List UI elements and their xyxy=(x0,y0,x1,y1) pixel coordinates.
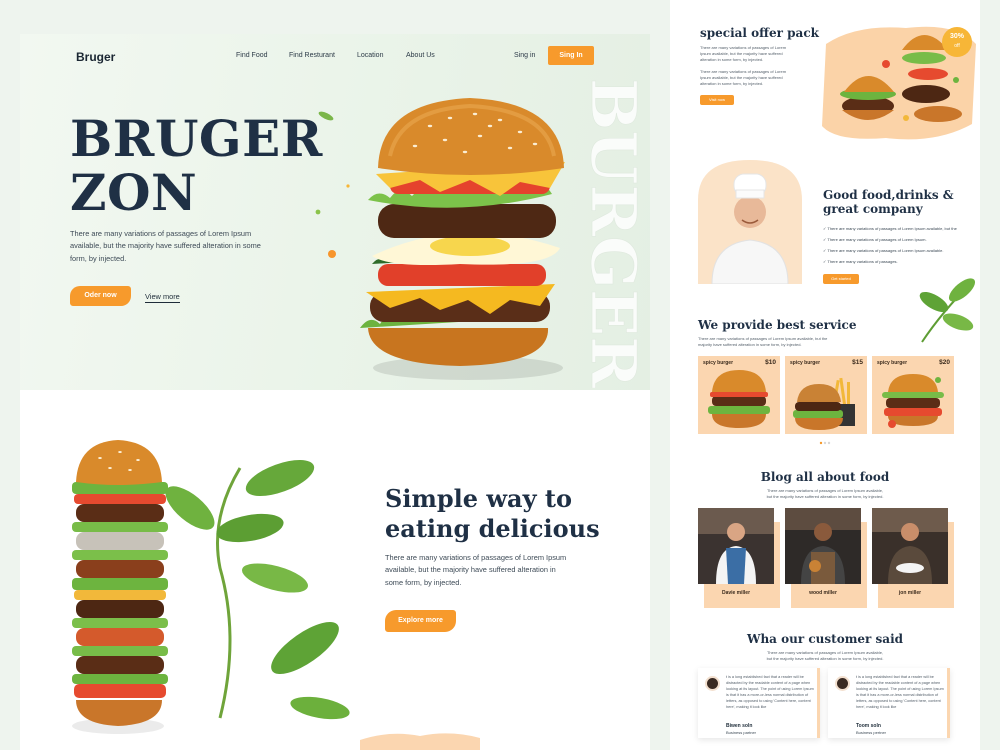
hero-title: BRUGER ZON xyxy=(70,112,323,220)
testimonial-name: Toom soln xyxy=(856,723,881,729)
order-now-button[interactable]: Oder now xyxy=(70,286,131,306)
peach-brush-stroke xyxy=(360,733,480,750)
about-check-4: ✓ There are many variations of passages. xyxy=(823,259,898,264)
service-card-1[interactable]: spicy burger $10 xyxy=(698,356,780,434)
hero-description: There are many variations of passages of… xyxy=(70,229,261,263)
section2-description: There are many variations of passages of… xyxy=(385,553,567,587)
burger-image xyxy=(708,370,770,428)
blog-card-2[interactable]: wood miller xyxy=(785,508,867,608)
blog-photo-3 xyxy=(872,508,948,584)
blog-author-name: jon miller xyxy=(898,590,922,596)
service-card-3[interactable]: spicy burger $20 xyxy=(872,356,954,434)
testimonial-card-2: t is a long established fact that a read… xyxy=(828,668,950,738)
simple-way-section: Simple way to eating delicious There are… xyxy=(20,390,650,750)
hero-burger-image xyxy=(360,98,565,380)
discount-badge-label: off xyxy=(954,43,960,49)
blog-photo-1 xyxy=(698,508,774,584)
blog-text: There are many variations of passages of… xyxy=(766,488,884,499)
burger-fries-image xyxy=(793,377,855,430)
view-more-link[interactable]: View more xyxy=(145,292,180,303)
about-title: Good food,drinks & great company xyxy=(823,188,954,216)
testimonial-quote: t is a long established fact that a read… xyxy=(856,675,944,709)
avatar xyxy=(705,676,720,691)
hero-title-line2: ZON xyxy=(70,163,198,222)
nav-location[interactable]: Location xyxy=(357,52,383,59)
about-check-1-text: There are many variations of passages of… xyxy=(827,226,957,231)
service-card-price: $10 xyxy=(765,359,776,366)
service-card-name: spicy burger xyxy=(877,360,908,366)
carousel-dots[interactable] xyxy=(818,441,832,445)
testimonials-title: Wha our customer said xyxy=(746,632,904,646)
about-check-2-text: There are many variations of passages of… xyxy=(827,237,927,242)
signin-link[interactable]: Sing in xyxy=(514,52,535,59)
testimonials-text: There are many variations of passages of… xyxy=(766,650,884,661)
offer-text-1: There are many variations of passages of… xyxy=(700,45,787,62)
tall-burger-image xyxy=(72,440,350,734)
explore-more-button[interactable]: Explore more xyxy=(385,610,456,632)
blog-author-name: wood miller xyxy=(809,590,837,596)
get-started-button[interactable]: Get started xyxy=(823,274,859,284)
brand-logo[interactable]: Bruger xyxy=(76,50,115,64)
hero-section: BURGER Bruger Find Food Find Resturant L… xyxy=(20,34,650,390)
about-title-line2: great company xyxy=(823,202,923,216)
burger-watermark: BURGER xyxy=(578,78,646,388)
chef-image xyxy=(698,160,802,284)
service-card-2[interactable]: spicy burger $15 xyxy=(785,356,867,434)
service-title: We provide best service xyxy=(698,318,857,332)
blog-author-name: Davie miller xyxy=(721,590,751,596)
testimonial-role: Business partner xyxy=(726,730,757,735)
testimonial-role: Business pertner xyxy=(856,730,887,735)
testimonial-name: Biwen soln xyxy=(726,723,753,729)
service-card-price: $15 xyxy=(852,359,863,366)
landing-page-sections: special offer pack There are many variat… xyxy=(670,0,980,750)
offer-text-2: There are many variations of passages of… xyxy=(700,69,787,86)
landing-page-main: BURGER Bruger Find Food Find Resturant L… xyxy=(20,34,650,750)
section2-title-line1: Simple way to xyxy=(385,484,572,513)
section2-title-line2: eating delicious xyxy=(385,514,600,543)
testimonial-quote: t is a long established fact that a read… xyxy=(726,675,814,709)
section2-title: Simple way to eating delicious xyxy=(385,484,600,544)
blog-card-1[interactable]: Davie miller xyxy=(698,508,780,608)
blog-card-3[interactable]: jon miller xyxy=(872,508,954,608)
nav-find-restaurant[interactable]: Find Resturant xyxy=(289,52,335,59)
nav-find-food[interactable]: Find Food xyxy=(236,52,268,59)
hero-title-line1: BRUGER xyxy=(70,109,323,168)
about-check-1: ✓ There are many variations of passages … xyxy=(823,226,957,231)
service-card-price: $20 xyxy=(939,359,950,366)
visit-now-button[interactable]: Visit now xyxy=(700,95,734,105)
about-check-4-text: There are many variations of passages. xyxy=(827,259,898,264)
service-card-name: spicy burger xyxy=(790,360,821,366)
burger-image xyxy=(882,374,944,428)
service-card-name: spicy burger xyxy=(703,360,734,366)
about-title-line1: Good food,drinks & xyxy=(823,188,954,202)
avatar xyxy=(835,676,850,691)
about-check-3-text: There are many variations of passages of… xyxy=(827,248,944,253)
discount-badge-percent: 30% xyxy=(949,33,964,40)
offer-title: special offer pack xyxy=(700,26,819,40)
blog-photo-2 xyxy=(785,508,861,584)
blog-title: Blog all about food xyxy=(760,470,890,484)
signin-button[interactable]: Sing In xyxy=(548,46,594,65)
about-check-2: ✓ There are many variations of passages … xyxy=(823,237,927,242)
nav-about-us[interactable]: About Us xyxy=(406,52,435,59)
testimonial-card-1: t is a long established fact that a read… xyxy=(698,668,820,738)
svg-text:BURGER: BURGER xyxy=(578,78,646,388)
leaf-decoration xyxy=(919,278,976,343)
service-text: There are many variations of passages of… xyxy=(698,336,828,347)
about-check-3: ✓ There are many variations of passages … xyxy=(823,248,944,253)
